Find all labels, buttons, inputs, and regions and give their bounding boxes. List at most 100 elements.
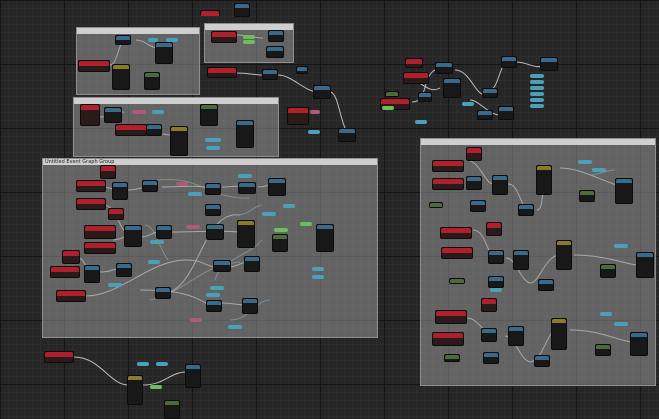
event-node[interactable]	[432, 332, 464, 346]
event-node[interactable]	[405, 58, 423, 68]
variable-node[interactable]	[150, 385, 162, 389]
variable-node[interactable]	[382, 106, 394, 110]
function-node[interactable]	[470, 200, 486, 212]
event-node[interactable]	[432, 160, 464, 172]
macro-node[interactable]	[536, 165, 552, 195]
variable-node[interactable]	[206, 146, 220, 150]
function-node[interactable]	[206, 300, 222, 312]
function-node[interactable]	[338, 128, 356, 142]
function-node[interactable]	[435, 62, 453, 74]
macro-node[interactable]	[556, 240, 572, 270]
function-node[interactable]	[234, 3, 250, 17]
event-node[interactable]	[466, 147, 482, 161]
function-node[interactable]	[146, 124, 162, 136]
function-node[interactable]	[205, 183, 221, 195]
variable-node[interactable]	[137, 362, 149, 366]
function-node[interactable]	[508, 326, 524, 346]
variable-node[interactable]	[614, 244, 628, 248]
pure-node[interactable]	[600, 264, 616, 278]
variable-node[interactable]	[415, 120, 427, 124]
variable-node[interactable]	[600, 312, 612, 316]
variable-node[interactable]	[530, 80, 544, 84]
function-node[interactable]	[116, 263, 132, 277]
function-node[interactable]	[501, 56, 517, 68]
function-node[interactable]	[112, 182, 128, 200]
variable-node[interactable]	[308, 130, 320, 134]
function-node[interactable]	[142, 180, 158, 192]
function-node[interactable]	[266, 46, 284, 58]
function-node[interactable]	[84, 265, 100, 283]
variable-node[interactable]	[243, 35, 255, 39]
function-node[interactable]	[488, 250, 504, 264]
variable-node[interactable]	[186, 225, 200, 229]
function-node[interactable]	[262, 69, 278, 80]
event-node[interactable]	[62, 250, 80, 264]
variable-node[interactable]	[228, 325, 242, 329]
variable-node[interactable]	[176, 182, 188, 186]
pure-node[interactable]	[385, 91, 399, 97]
variable-node[interactable]	[262, 212, 276, 216]
function-node[interactable]	[443, 78, 461, 98]
event-node[interactable]	[211, 31, 237, 43]
variable-node[interactable]	[206, 293, 220, 297]
function-node[interactable]	[242, 298, 258, 314]
variable-node[interactable]	[210, 286, 224, 290]
function-node[interactable]	[155, 42, 173, 64]
function-node[interactable]	[244, 256, 260, 272]
event-node[interactable]	[403, 72, 429, 84]
function-node[interactable]	[185, 364, 201, 388]
function-node[interactable]	[630, 332, 648, 356]
variable-node[interactable]	[312, 267, 324, 271]
pure-node[interactable]	[444, 354, 460, 362]
variable-node[interactable]	[310, 110, 320, 114]
pure-node[interactable]	[164, 400, 180, 419]
variable-node[interactable]	[108, 283, 122, 287]
variable-node[interactable]	[283, 204, 295, 208]
function-node[interactable]	[156, 225, 172, 239]
function-node[interactable]	[238, 182, 256, 194]
variable-node[interactable]	[530, 92, 544, 96]
function-node[interactable]	[104, 107, 122, 123]
event-node[interactable]	[56, 290, 86, 302]
pure-node[interactable]	[144, 72, 160, 90]
event-node[interactable]	[481, 298, 497, 312]
variable-node[interactable]	[530, 104, 544, 108]
event-node[interactable]	[84, 225, 116, 239]
variable-node[interactable]	[148, 38, 158, 42]
variable-node[interactable]	[490, 288, 502, 292]
pure-node[interactable]	[595, 344, 611, 356]
event-node[interactable]	[80, 104, 100, 126]
function-node[interactable]	[492, 175, 508, 195]
event-node[interactable]	[108, 208, 124, 220]
event-node[interactable]	[486, 222, 502, 236]
event-node[interactable]	[76, 198, 106, 210]
function-node[interactable]	[513, 250, 529, 270]
macro-node[interactable]	[127, 375, 143, 405]
variable-node[interactable]	[592, 168, 606, 172]
function-node[interactable]	[481, 328, 497, 342]
event-node[interactable]	[84, 242, 116, 254]
pure-node[interactable]	[579, 190, 595, 202]
variable-node[interactable]	[530, 98, 544, 102]
event-node[interactable]	[76, 180, 106, 192]
pure-node[interactable]	[429, 202, 443, 208]
function-node[interactable]	[316, 224, 334, 252]
blueprint-graph-canvas[interactable]: Untitled Event Graph Group	[0, 0, 659, 419]
function-node[interactable]	[482, 88, 498, 98]
variable-node[interactable]	[530, 86, 544, 90]
variable-node[interactable]	[614, 322, 628, 326]
variable-node[interactable]	[205, 138, 221, 142]
function-node[interactable]	[636, 252, 654, 278]
variable-node[interactable]	[152, 110, 164, 114]
event-node[interactable]	[78, 60, 110, 72]
variable-node[interactable]	[132, 110, 146, 114]
function-node[interactable]	[488, 276, 504, 288]
function-node[interactable]	[518, 204, 534, 216]
function-node[interactable]	[477, 110, 493, 120]
variable-node[interactable]	[150, 240, 164, 244]
function-node[interactable]	[268, 178, 286, 196]
variable-node[interactable]	[243, 40, 255, 44]
function-node[interactable]	[483, 352, 499, 364]
function-node[interactable]	[418, 92, 432, 102]
function-node[interactable]	[213, 260, 231, 272]
